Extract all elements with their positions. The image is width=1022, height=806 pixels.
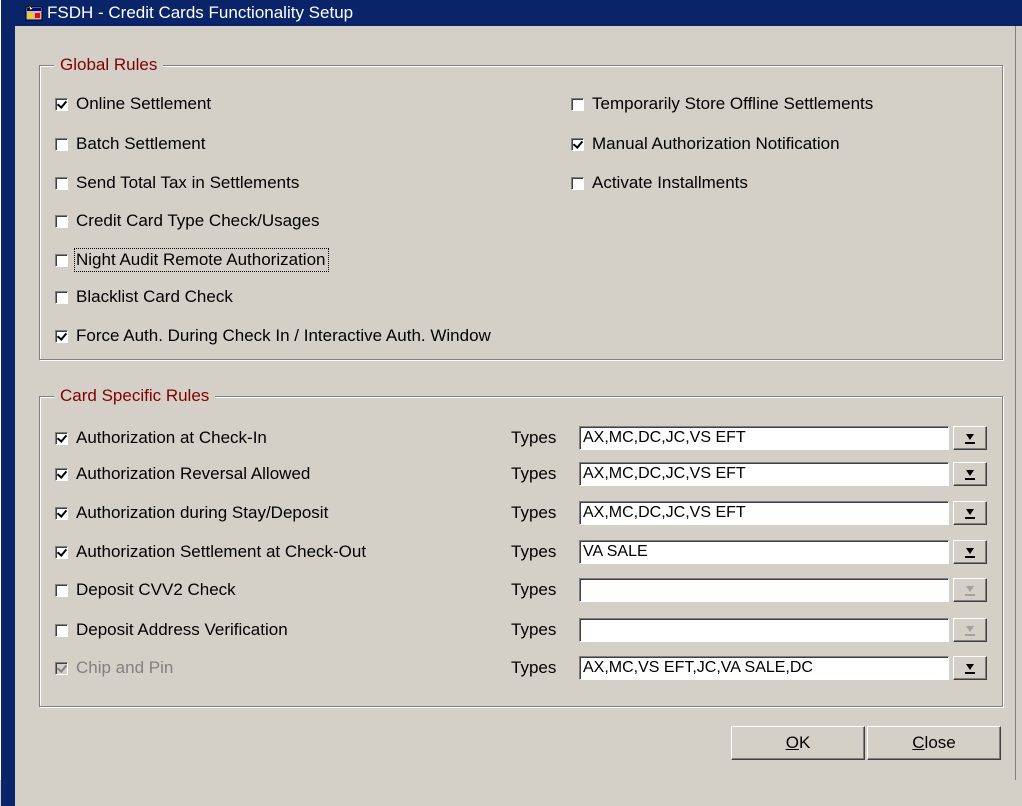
- card-type-check-label: Credit Card Type Check/Usages: [76, 211, 320, 230]
- force-auth-label: Force Auth. During Check In / Interactiv…: [76, 326, 491, 345]
- download-arrow-icon: [965, 507, 975, 519]
- title-bar: FSDH - Credit Cards Functionality Setup: [1, 0, 1022, 26]
- ok-accelerator: O: [785, 733, 799, 752]
- manual-auth-notification-label: Manual Authorization Notification: [592, 134, 840, 153]
- online-settlement-label: Online Settlement: [76, 94, 212, 113]
- deposit-address-verification-checkbox[interactable]: [55, 623, 68, 637]
- app-icon: [25, 4, 43, 22]
- close-label-rest: lose: [924, 733, 956, 752]
- global-rules-title: Global Rules: [54, 55, 164, 75]
- deposit-address-verification-types-dropdown-button: [953, 618, 987, 642]
- auth-stay-deposit-types-value: AX,MC,DC,JC,VS EFT: [583, 504, 746, 521]
- chip-and-pin-checkbox: [55, 661, 68, 675]
- night-audit-remote-auth-checkbox[interactable]: [55, 253, 68, 267]
- temp-store-offline-option[interactable]: Temporarily Store Offline Settlements: [571, 94, 873, 114]
- card-type-check-option[interactable]: Credit Card Type Check/Usages: [55, 211, 319, 231]
- chip-and-pin-option: Chip and Pin: [55, 658, 173, 678]
- auth-settlement-checkout-types-value: VA SALE: [583, 543, 648, 560]
- chip-and-pin-types-field[interactable]: AX,MC,VS EFT,JC,VA SALE,DC: [579, 656, 987, 680]
- auth-stay-deposit-types-dropdown-button[interactable]: [953, 501, 987, 525]
- ok-button[interactable]: OK: [731, 726, 865, 760]
- auth-check-in-checkbox[interactable]: [55, 431, 68, 445]
- deposit-cvv2-types-dropdown-button: [953, 578, 987, 602]
- download-arrow-icon: [965, 432, 975, 444]
- download-arrow-icon: [965, 624, 975, 636]
- auth-check-in-types-field[interactable]: AX,MC,DC,JC,VS EFT: [579, 426, 987, 450]
- deposit-address-verification-option[interactable]: Deposit Address Verification: [55, 620, 288, 640]
- auth-stay-deposit-label: Authorization during Stay/Deposit: [76, 503, 329, 522]
- activate-installments-label: Activate Installments: [592, 173, 748, 192]
- card-specific-rules-title: Card Specific Rules: [54, 386, 216, 406]
- manual-auth-notification-option[interactable]: Manual Authorization Notification: [571, 134, 840, 154]
- chip-and-pin-label: Chip and Pin: [76, 658, 174, 677]
- auth-settlement-checkout-types-label: Types: [511, 542, 557, 561]
- deposit-cvv2-option[interactable]: Deposit CVV2 Check: [55, 580, 236, 600]
- auth-reversal-label: Authorization Reversal Allowed: [76, 464, 311, 483]
- blacklist-card-check-option[interactable]: Blacklist Card Check: [55, 287, 233, 307]
- auth-reversal-types-label: Types: [511, 464, 557, 483]
- deposit-cvv2-checkbox[interactable]: [55, 583, 68, 597]
- manual-auth-notification-checkbox[interactable]: [571, 137, 584, 151]
- batch-settlement-label: Batch Settlement: [76, 134, 206, 153]
- auth-check-in-types-label: Types: [511, 428, 557, 447]
- chip-and-pin-types-dropdown-button[interactable]: [953, 656, 987, 680]
- auth-stay-deposit-option[interactable]: Authorization during Stay/Deposit: [55, 503, 328, 523]
- send-total-tax-option[interactable]: Send Total Tax in Settlements: [55, 173, 299, 193]
- auth-reversal-option[interactable]: Authorization Reversal Allowed: [55, 464, 310, 484]
- window-left-border: [1, 26, 15, 806]
- auth-check-in-label: Authorization at Check-In: [76, 428, 267, 447]
- send-total-tax-checkbox[interactable]: [55, 176, 68, 190]
- blacklist-card-check-label: Blacklist Card Check: [76, 287, 233, 306]
- auth-settlement-checkout-option[interactable]: Authorization Settlement at Check-Out: [55, 542, 366, 562]
- force-auth-option[interactable]: Force Auth. During Check In / Interactiv…: [55, 326, 491, 346]
- download-arrow-icon: [965, 546, 975, 558]
- chip-and-pin-types-value: AX,MC,VS EFT,JC,VA SALE,DC: [583, 659, 813, 676]
- temp-store-offline-label: Temporarily Store Offline Settlements: [592, 94, 874, 113]
- blacklist-card-check-checkbox[interactable]: [55, 290, 68, 304]
- download-arrow-icon: [965, 662, 975, 674]
- force-auth-checkbox[interactable]: [55, 329, 68, 343]
- batch-settlement-option[interactable]: Batch Settlement: [55, 134, 205, 154]
- activate-installments-option[interactable]: Activate Installments: [571, 173, 748, 193]
- auth-check-in-types-dropdown-button[interactable]: [953, 426, 987, 450]
- download-arrow-icon: [965, 584, 975, 596]
- auth-reversal-checkbox[interactable]: [55, 467, 68, 481]
- auth-settlement-checkout-label: Authorization Settlement at Check-Out: [76, 542, 367, 561]
- deposit-cvv2-label: Deposit CVV2 Check: [76, 580, 236, 599]
- deposit-cvv2-types-field[interactable]: [579, 578, 987, 602]
- auth-stay-deposit-types-field[interactable]: AX,MC,DC,JC,VS EFT: [579, 501, 987, 525]
- night-audit-remote-auth-option[interactable]: Night Audit Remote Authorization: [55, 248, 330, 272]
- activate-installments-checkbox[interactable]: [571, 176, 584, 190]
- deposit-address-verification-label: Deposit Address Verification: [76, 620, 288, 639]
- auth-stay-deposit-checkbox[interactable]: [55, 506, 68, 520]
- auth-settlement-checkout-types-dropdown-button[interactable]: [953, 540, 987, 564]
- close-accelerator: C: [912, 733, 925, 752]
- online-settlement-checkbox[interactable]: [55, 97, 68, 111]
- auth-reversal-types-value: AX,MC,DC,JC,VS EFT: [583, 465, 746, 482]
- dialog-window: FSDH - Credit Cards Functionality Setup …: [0, 0, 1022, 806]
- deposit-address-verification-types-label: Types: [511, 620, 557, 639]
- batch-settlement-checkbox[interactable]: [55, 137, 68, 151]
- auth-check-in-types-value: AX,MC,DC,JC,VS EFT: [583, 429, 746, 446]
- auth-settlement-checkout-types-field[interactable]: VA SALE: [579, 540, 987, 564]
- night-audit-remote-auth-label: Night Audit Remote Authorization: [73, 248, 330, 272]
- auth-settlement-checkout-checkbox[interactable]: [55, 545, 68, 559]
- temp-store-offline-checkbox[interactable]: [571, 97, 584, 111]
- window-title: FSDH - Credit Cards Functionality Setup: [47, 3, 354, 22]
- card-type-check-checkbox[interactable]: [55, 214, 68, 228]
- download-arrow-icon: [965, 468, 975, 480]
- ok-label-rest: K: [798, 733, 811, 752]
- online-settlement-option[interactable]: Online Settlement: [55, 94, 211, 114]
- window-right-border: [1015, 26, 1022, 780]
- auth-check-in-option[interactable]: Authorization at Check-In: [55, 428, 267, 448]
- chip-and-pin-types-label: Types: [511, 658, 557, 677]
- close-button[interactable]: Close: [867, 726, 1001, 760]
- auth-stay-deposit-types-label: Types: [511, 503, 557, 522]
- auth-reversal-types-field[interactable]: AX,MC,DC,JC,VS EFT: [579, 462, 987, 486]
- deposit-address-verification-types-field[interactable]: [579, 618, 987, 642]
- send-total-tax-label: Send Total Tax in Settlements: [76, 173, 300, 192]
- deposit-cvv2-types-label: Types: [511, 580, 557, 599]
- auth-reversal-types-dropdown-button[interactable]: [953, 462, 987, 486]
